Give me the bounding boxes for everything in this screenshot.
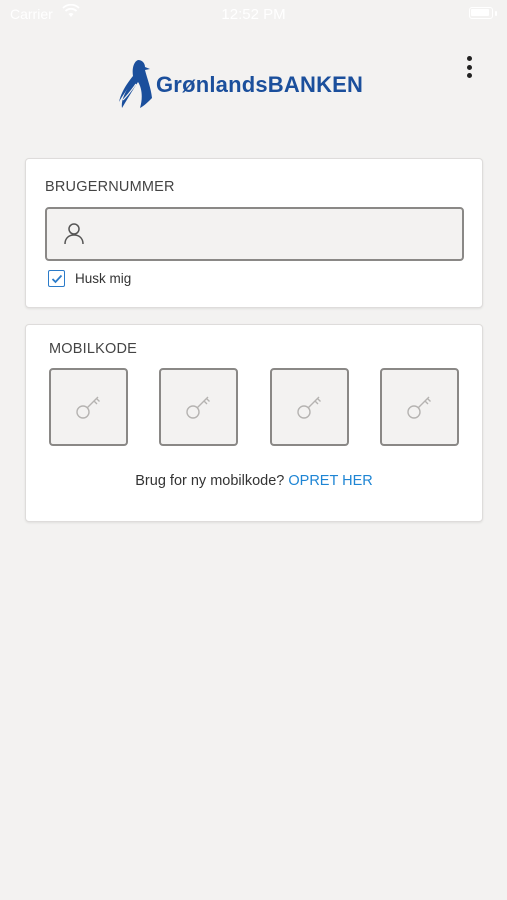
code-digit-1[interactable] — [49, 368, 128, 446]
battery-icon — [469, 7, 493, 19]
more-vertical-icon-dot — [466, 64, 472, 70]
more-vertical-icon-dot — [466, 73, 472, 78]
more-menu-button[interactable] — [461, 54, 477, 80]
battery-tip — [495, 11, 497, 16]
key-icon — [406, 396, 431, 419]
status-time: 12:52 PM — [221, 6, 286, 23]
more-vertical-icon-dot — [466, 56, 472, 61]
remember-me-checkbox[interactable] — [48, 270, 65, 287]
mobile-code-card: MOBILKODE Brug for ny mobilkode? OPRET H… — [25, 324, 483, 522]
mobile-code-title: MOBILKODE — [49, 341, 138, 357]
new-code-text: Brug for ny mobilkode? — [135, 473, 285, 489]
code-digit-4[interactable] — [380, 368, 459, 446]
new-code-prompt: Brug for ny mobilkode? OPRET HER — [26, 473, 482, 489]
logo-text: GrønlandsBANKEN — [156, 72, 364, 97]
username-title: BRUGERNUMMER — [45, 179, 175, 195]
username-card: BRUGERNUMMER Husk mig — [25, 158, 483, 308]
penguin-logo-icon — [119, 60, 152, 108]
bank-logo: GrønlandsBANKEN — [118, 58, 363, 110]
remember-me-label: Husk mig — [75, 271, 132, 286]
code-digit-2[interactable] — [159, 368, 238, 446]
mobile-code-inputs — [49, 368, 460, 446]
create-code-link[interactable]: OPRET HER — [288, 473, 372, 489]
checkmark-icon — [51, 274, 62, 283]
username-input[interactable] — [99, 209, 454, 259]
key-icon — [75, 396, 100, 419]
key-icon — [185, 396, 210, 419]
status-bar: Carrier 12:52 PM — [0, 0, 507, 28]
app-header: GrønlandsBANKEN — [0, 50, 507, 120]
remember-me-toggle[interactable]: Husk mig — [48, 270, 131, 287]
key-icon — [296, 396, 321, 419]
code-digit-3[interactable] — [270, 368, 349, 446]
username-field[interactable] — [45, 207, 464, 261]
user-icon — [64, 223, 84, 245]
